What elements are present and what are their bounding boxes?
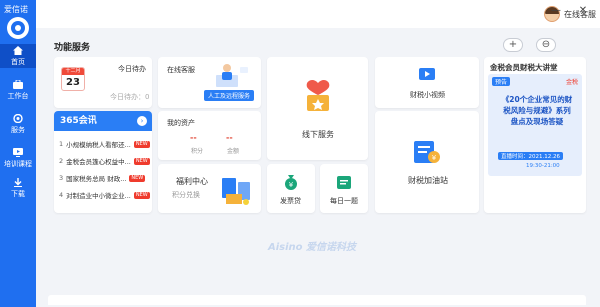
list-item[interactable]: 2 金税会员篷心权益中... NEW [59, 156, 150, 166]
online-service-title: 在线客服 [167, 66, 195, 74]
brand-watermark: Aisino 爱信诺科技 [268, 242, 357, 253]
tax-station-card[interactable]: ¥ 财税加油站 [375, 111, 479, 213]
tax-station-label: 财税加油站 [408, 176, 448, 185]
offline-service-icon [306, 80, 330, 111]
lecture-date: 直播时间：2021.12.26 [498, 152, 563, 160]
new-badge: NEW [133, 191, 150, 199]
sidebar-item-service[interactable]: 服务 [0, 112, 36, 136]
daily-question-label: 每日一题 [330, 197, 358, 205]
video-icon [419, 68, 435, 80]
sidebar-item-label: 首页 [11, 57, 25, 66]
lecture-card[interactable]: 金税会员财税大讲堂 预告 金税 《20个企业常见的财税风险与规避》系列盘点及现场… [484, 57, 586, 213]
points-label: 积分 [191, 148, 204, 155]
my-assets-card[interactable]: 我的资产 -- 积分 -- 金额 [158, 111, 261, 160]
top-bar: 在线客服 — ✕ [36, 0, 600, 28]
new-badge: NEW [129, 174, 146, 182]
training-icon [13, 147, 23, 157]
sidebar-item-label: 服务 [11, 125, 25, 134]
new-badge: NEW [133, 140, 150, 148]
list-item[interactable]: 3 国家税务总局 财政... NEW [59, 173, 146, 183]
offline-service-card[interactable]: 线下服务 [267, 57, 368, 160]
sidebar-item-label: 培训课程 [4, 159, 32, 168]
online-service-tag: 人工及远程服务 [204, 90, 255, 101]
news-more-icon[interactable]: › [137, 116, 147, 126]
sidebar-item-download[interactable]: 下载 [0, 176, 36, 200]
calendar-check-icon [337, 176, 351, 189]
minimize-button[interactable]: — [550, 5, 562, 17]
online-service-card[interactable]: 在线客服 人工及远程服务 [158, 57, 261, 108]
app-logo [7, 17, 29, 39]
calendar-card[interactable]: 十二月 23 今日待办 今日待办：0 [54, 57, 152, 108]
news-card: 365会讯 › 1 小规模纳税人看郁还... NEW 2 金税会员篷心权益中... NE… [54, 111, 152, 213]
bottom-panel [48, 295, 586, 305]
lecture-banner[interactable]: 预告 金税 《20个企业常见的财税风险与规避》系列盘点及现场答疑 直播时间：20… [488, 74, 582, 176]
service-icon [13, 113, 23, 123]
new-badge: NEW [133, 157, 150, 165]
welfare-subtitle: 积分兑换 [172, 191, 200, 199]
svg-text:¥: ¥ [289, 181, 294, 189]
svg-text:¥: ¥ [432, 154, 437, 162]
briefcase-icon [13, 79, 23, 89]
close-button[interactable]: ✕ [577, 5, 589, 17]
main-content: 功能服务 + ⊖ 十二月 23 今日待办 今日待办：0 365会讯 › 1 小规模… [36, 28, 600, 307]
download-icon [14, 177, 22, 187]
customer-service-illustration-icon [216, 64, 248, 87]
welfare-title: 福利中心 [176, 177, 208, 186]
money-bag-icon: ¥ [285, 175, 297, 190]
todo-count: 今日待办：0 [110, 93, 150, 101]
my-assets-title: 我的资产 [167, 119, 195, 127]
sidebar-item-label: 下载 [11, 189, 25, 198]
sidebar: 爱信诺 首页 工作台 服务 培训课程 下载 [0, 0, 36, 307]
calendar-icon: 十二月 23 [61, 67, 85, 91]
app-name: 爱信诺 [4, 5, 28, 14]
welfare-center-card[interactable]: 福利中心 积分兑换 [158, 164, 261, 213]
invoice-loan-tile[interactable]: ¥ 发票贷 [267, 164, 315, 213]
calendar-day: 23 [66, 77, 80, 88]
amount-label: 金额 [227, 148, 240, 155]
list-item[interactable]: 4 对制造业中小微企业... NEW [59, 190, 150, 200]
points-value: -- [190, 133, 197, 142]
tax-video-label: 财税小视频 [410, 91, 445, 99]
page-title: 功能服务 [54, 43, 91, 53]
todo-title: 今日待办 [118, 65, 146, 73]
lecture-title: 金税会员财税大讲堂 [490, 63, 558, 72]
amount-value: -- [226, 133, 233, 142]
sidebar-item-training[interactable]: 培训课程 [0, 146, 36, 170]
lecture-headline: 《20个企业常见的财税风险与规避》系列盘点及现场答疑 [501, 95, 573, 126]
calendar-month: 十二月 [62, 68, 84, 75]
sidebar-item-label: 工作台 [7, 91, 29, 100]
daily-question-tile[interactable]: 每日一题 [320, 164, 368, 213]
lecture-time: 19:30-21:00 [526, 163, 560, 169]
offline-service-label: 线下服务 [302, 130, 334, 139]
manage-button[interactable]: ⊖ [536, 38, 556, 52]
home-icon [13, 45, 23, 55]
tax-station-icon: ¥ [414, 141, 440, 163]
preview-badge: 预告 [492, 77, 511, 86]
lecture-corner-label: 金税 [565, 79, 578, 86]
list-item[interactable]: 1 小规模纳税人看郁还... NEW [59, 139, 150, 149]
gift-illustration-icon [222, 178, 250, 205]
add-button[interactable]: + [503, 38, 523, 52]
sidebar-item-home[interactable]: 首页 [0, 44, 36, 68]
tax-video-card[interactable]: 财税小视频 [375, 57, 479, 108]
sidebar-item-workbench[interactable]: 工作台 [0, 78, 36, 102]
invoice-loan-label: 发票贷 [280, 197, 301, 205]
